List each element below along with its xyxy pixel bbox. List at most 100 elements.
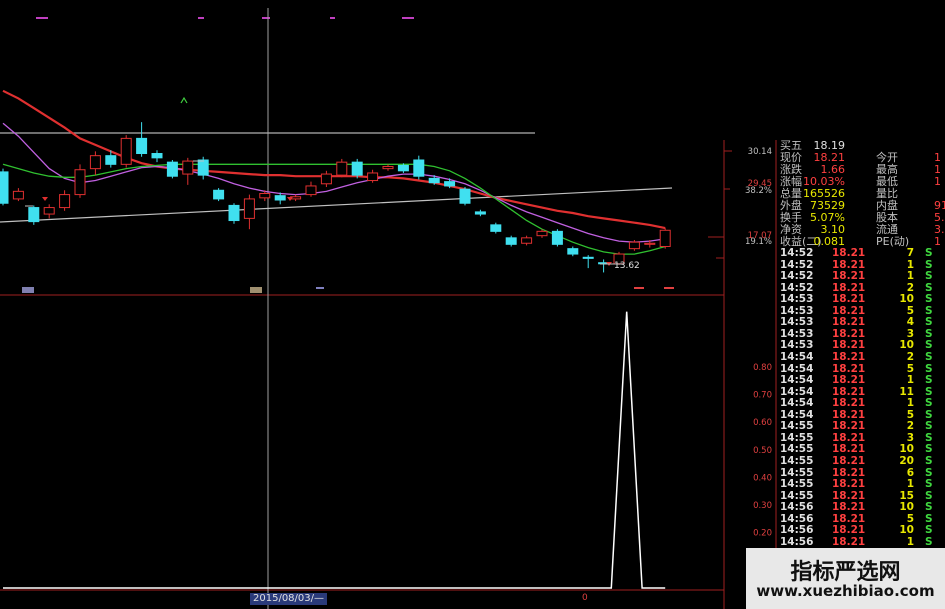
- tick-time: 14:54: [780, 362, 814, 375]
- tick-row: 14:53 18.21 4 S: [780, 317, 945, 328]
- tick-direction: S: [925, 524, 933, 537]
- tick-time: 14:54: [780, 408, 814, 421]
- candle-body: [320, 173, 332, 185]
- chart-frame: [0, 8, 777, 609]
- tick-direction: S: [925, 247, 933, 259]
- tick-time: 14:56: [780, 524, 814, 537]
- price-axis-label: 38.2%: [745, 186, 772, 196]
- tick-volume: 5: [906, 512, 914, 525]
- tick-time: 14:55: [780, 431, 814, 444]
- moving-average-lines: [2, 89, 666, 255]
- tick-volume: 5: [906, 304, 914, 317]
- candle-body: [0, 171, 9, 204]
- tick-row: 14:55 18.21 6 S: [780, 466, 945, 479]
- tick-direction: S: [925, 362, 933, 375]
- indicator-axis-label: 0.20: [753, 529, 772, 539]
- indicator-zero-label: 0: [582, 593, 588, 603]
- tick-volume: 11: [899, 385, 914, 398]
- tick-time: 14:52: [780, 270, 814, 283]
- candle-body: [43, 207, 55, 215]
- tick-direction: S: [925, 304, 933, 317]
- tick-price: 18.21: [832, 316, 866, 329]
- tick-row: 14:54 18.21 1 S: [780, 398, 945, 409]
- tick-row: 14:55 18.21 1 S: [780, 479, 945, 490]
- tick-row: 14:56 18.21 5 S: [780, 512, 945, 525]
- candle-body: [413, 159, 425, 177]
- candle-body: [151, 153, 163, 159]
- tick-direction: S: [925, 466, 933, 479]
- tick-time: 14:53: [780, 327, 814, 340]
- panel-marker: [22, 287, 34, 293]
- tick-volume: 1: [906, 374, 914, 387]
- tick-price: 18.21: [832, 304, 866, 317]
- tick-price: 18.21: [832, 281, 866, 294]
- tick-time: 14:55: [780, 443, 814, 456]
- indicator-axis-label: 0.50: [753, 446, 772, 456]
- candle-body: [182, 160, 194, 175]
- indicator-axis-label: 0.40: [753, 473, 772, 483]
- candle-body: [628, 241, 640, 250]
- tick-price: 18.21: [832, 535, 866, 548]
- tick-row: 14:56 18.21 10 S: [780, 502, 945, 513]
- tick-direction: S: [925, 316, 933, 329]
- ma-line: [2, 163, 666, 255]
- tick-time: 14:55: [780, 454, 814, 467]
- tick-volume: 3: [906, 431, 914, 444]
- tick-time: 14:56: [780, 501, 814, 514]
- tick-direction: S: [925, 512, 933, 525]
- indicator-axis-label: 0.30: [753, 501, 772, 511]
- tick-row: 14:54 18.21 5 S: [780, 362, 945, 375]
- tick-price: 18.21: [832, 443, 866, 456]
- candle-body: [505, 237, 517, 245]
- tick-row: 14:54 18.21 1 S: [780, 375, 945, 386]
- candle-body: [336, 161, 348, 176]
- tick-price: 18.21: [832, 374, 866, 387]
- indicator-axis-label: 0.70: [753, 391, 772, 401]
- candle-body: [382, 165, 394, 170]
- tick-volume: 1: [906, 258, 914, 271]
- candle-body: [28, 207, 40, 223]
- candle-body: [243, 198, 255, 219]
- candle-body: [582, 256, 594, 259]
- tick-row: 14:56 18.21 10 S: [780, 525, 945, 536]
- tick-price: 18.21: [832, 350, 866, 363]
- tick-row: 14:55 18.21 2 S: [780, 421, 945, 432]
- tick-row: 14:53 18.21 3 S: [780, 327, 945, 340]
- candle-body: [474, 211, 486, 215]
- tick-time: 14:54: [780, 397, 814, 410]
- tick-price: 18.21: [832, 489, 866, 502]
- tick-row: 14:52 18.21 7 S: [780, 248, 945, 259]
- tick-time: 14:54: [780, 350, 814, 363]
- tick-volume: 1: [906, 535, 914, 548]
- tick-volume: 5: [906, 362, 914, 375]
- candle-body: [89, 155, 101, 170]
- candle-body: [12, 190, 24, 200]
- candle-body: [259, 193, 271, 199]
- tick-direction: S: [925, 501, 933, 514]
- tick-row: 14:55 18.21 3 S: [780, 431, 945, 444]
- tick-direction: S: [925, 374, 933, 387]
- quote-label: PE(动): [876, 235, 910, 248]
- tick-row: 14:55 18.21 15 S: [780, 489, 945, 502]
- tick-price: 18.21: [832, 408, 866, 421]
- tick-row: 14:54 18.21 2 S: [780, 350, 945, 363]
- tick-volume: 2: [906, 420, 914, 433]
- tick-volume: 2: [906, 281, 914, 294]
- candle-body: [105, 155, 117, 165]
- candle-body: [74, 169, 86, 196]
- candle-body: [305, 185, 317, 196]
- tick-price: 18.21: [832, 258, 866, 271]
- tick-price: 18.21: [832, 339, 866, 352]
- tick-price: 18.21: [832, 293, 866, 306]
- quote-panel: 买五 18.19 现价 18.21 今开 1 涨跌 1.66 最高 1 涨幅 10.03% 最低 1 总量 1…: [776, 140, 945, 260]
- tick-volume: 1: [906, 478, 914, 490]
- trend-line: [0, 187, 673, 223]
- tick-price: 18.21: [832, 397, 866, 410]
- tick-row: 14:54 18.21 11 S: [780, 385, 945, 398]
- tick-direction: S: [925, 408, 933, 421]
- tick-time: 14:56: [780, 535, 814, 548]
- tick-price: 18.21: [832, 454, 866, 467]
- tick-price: 18.21: [832, 501, 866, 514]
- tick-price: 18.21: [832, 478, 866, 490]
- candle-body: [521, 237, 533, 244]
